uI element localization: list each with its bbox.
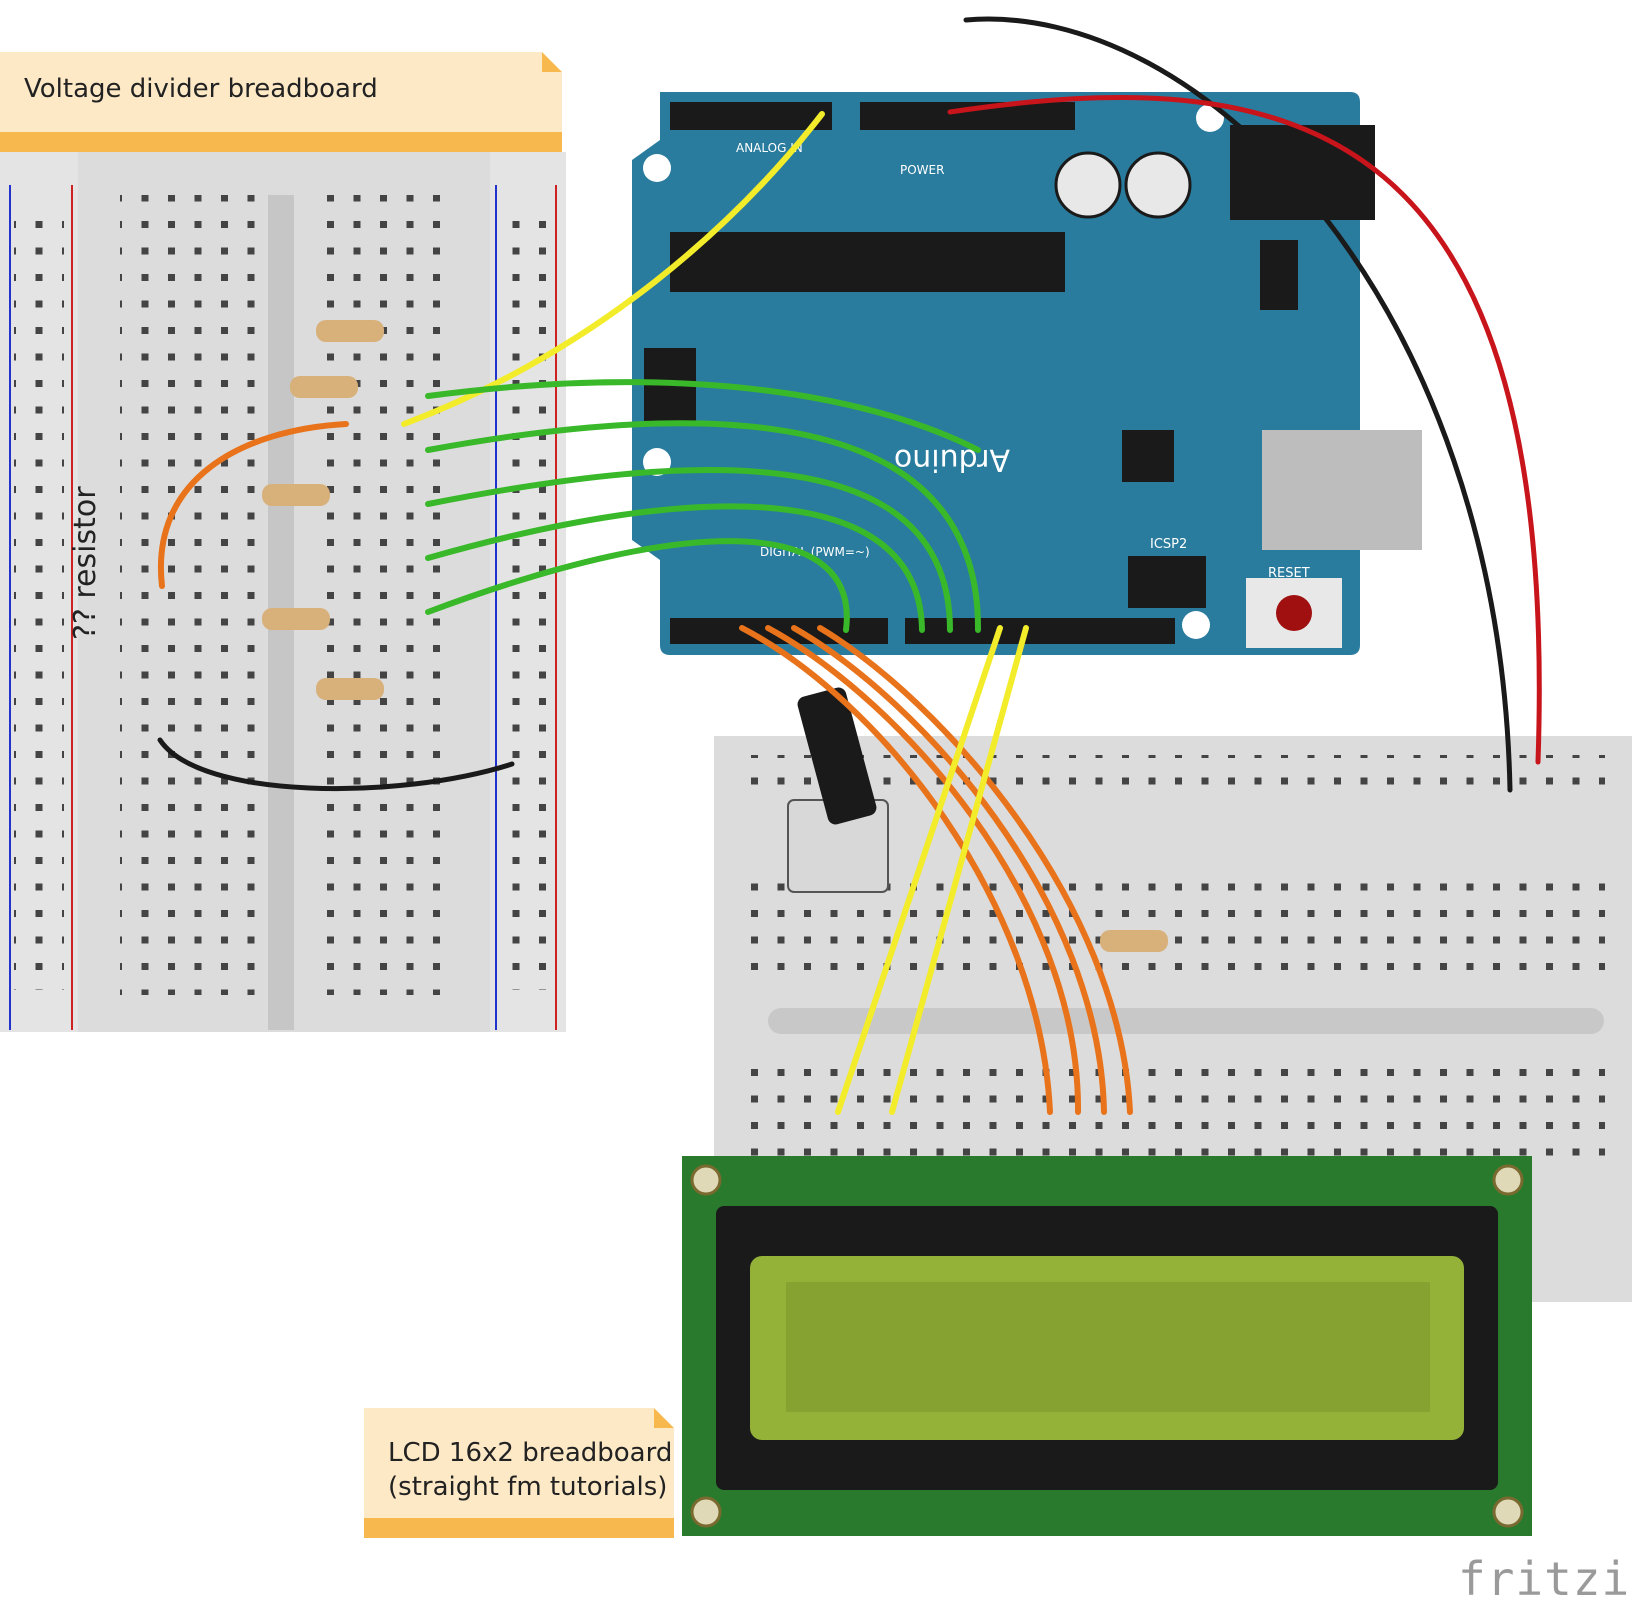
arduino-logo-text: Arduino [894,442,1010,477]
fritzing-schematic: Arduino ANALOG IN POWER DIGITAL (PWM=~) … [0,0,1632,1608]
fritzing-brand: fritzing [1458,1552,1632,1606]
icsp2-label: ICSP2 [1150,537,1187,552]
circuit-diagram: Arduino ANALOG IN POWER DIGITAL (PWM=~) … [0,16,1632,1536]
arduino-uno: Arduino ANALOG IN POWER DIGITAL (PWM=~) … [632,92,1422,655]
note-lcd: LCD 16x2 breadboard (straight fm tutoria… [364,1408,674,1538]
note-voltage-divider-text: Voltage divider breadboard [24,74,378,104]
note-voltage-divider: Voltage divider breadboard [0,52,562,152]
note-lcd-text: LCD 16x2 breadboard (straight fm tutoria… [388,1438,673,1502]
resistor-label: ?? resistor [68,486,103,640]
lcd-module [682,1156,1532,1536]
reset-label: RESET [1268,566,1310,581]
power-header: POWER [900,163,944,177]
